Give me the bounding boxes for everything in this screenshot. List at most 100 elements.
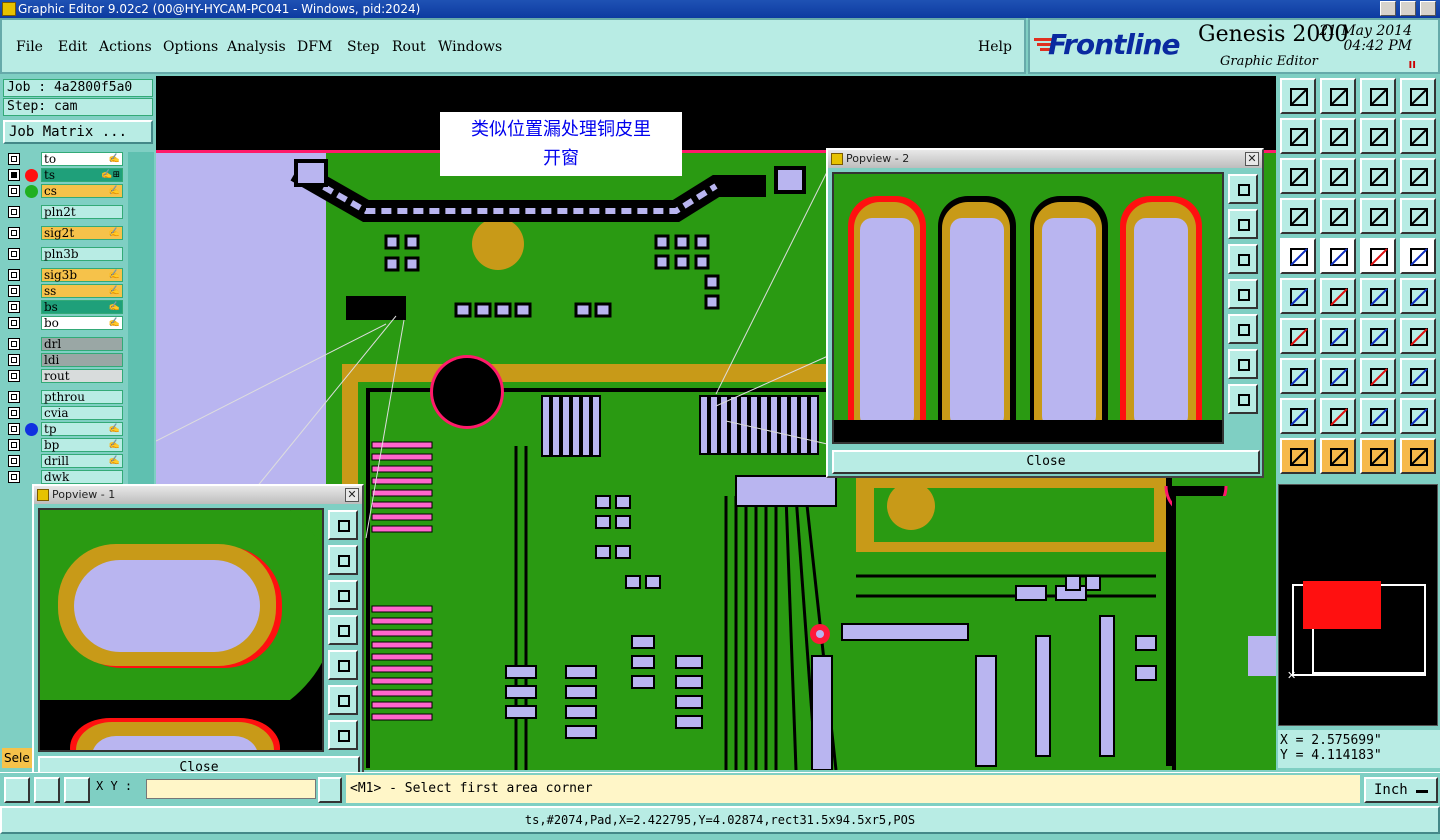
- menu-options[interactable]: Options: [163, 39, 218, 55]
- angle-icon[interactable]: [1280, 318, 1316, 354]
- layer-name[interactable]: ss ✍: [41, 284, 123, 298]
- pv2-zoom-out-icon[interactable]: [1228, 384, 1258, 414]
- layer-row-to[interactable]: to ✍: [3, 152, 125, 167]
- grid-icon[interactable]: [64, 777, 90, 803]
- layer-checkbox[interactable]: [8, 354, 20, 366]
- pad-tool-icon[interactable]: [1280, 238, 1316, 274]
- xy-input[interactable]: [146, 779, 316, 799]
- settings-icon[interactable]: [1280, 198, 1316, 234]
- pv1-zoom-in-icon[interactable]: [328, 685, 358, 715]
- triangle-a-icon[interactable]: [1280, 398, 1316, 434]
- popview-1-view[interactable]: [38, 508, 337, 778]
- pointer-box-icon[interactable]: [1320, 438, 1356, 474]
- layer-checkbox[interactable]: [8, 423, 20, 435]
- layer-checkbox[interactable]: [8, 471, 20, 483]
- layer-checkbox[interactable]: [8, 391, 20, 403]
- layer-row-pln3b[interactable]: pln3b: [3, 247, 125, 262]
- layer-name[interactable]: pthrou: [41, 390, 123, 404]
- layer-row-drill[interactable]: drill ✍: [3, 454, 125, 469]
- menu-file[interactable]: File: [16, 39, 43, 55]
- layer-name[interactable]: bs ✍: [41, 300, 123, 314]
- grid-toggle-icon[interactable]: [1320, 198, 1356, 234]
- pv1-pan-right-icon[interactable]: [328, 650, 358, 680]
- menu-help[interactable]: Help: [978, 39, 1012, 55]
- flip-icon[interactable]: [1400, 318, 1436, 354]
- layer-name[interactable]: drl: [41, 337, 123, 351]
- pv2-zoom-home-icon[interactable]: [1228, 174, 1258, 204]
- pv2-zoom-in-icon[interactable]: [1228, 349, 1258, 379]
- popview-2-window[interactable]: Popview - 2 ✕ Close: [826, 148, 1264, 478]
- redraw-icon[interactable]: [1400, 118, 1436, 154]
- layer-name[interactable]: bo ✍: [41, 316, 123, 330]
- ruler-icon[interactable]: [1360, 238, 1396, 274]
- layer-checkbox[interactable]: [8, 248, 20, 260]
- layer-row-pthrou[interactable]: pthrou: [3, 390, 125, 405]
- zoom-ratio-icon[interactable]: [1360, 158, 1396, 194]
- layer-checkbox[interactable]: [8, 338, 20, 350]
- layer-name[interactable]: pln3b: [41, 247, 123, 261]
- layer-name[interactable]: sig2t ✍: [41, 226, 123, 240]
- layer-name[interactable]: dwk: [41, 470, 123, 484]
- copy-icon[interactable]: [1400, 278, 1436, 314]
- zoom-previous-icon[interactable]: [1280, 118, 1316, 154]
- pointer-square-icon[interactable]: [1360, 438, 1396, 474]
- layer-checkbox[interactable]: [8, 153, 20, 165]
- undo-zoom-icon[interactable]: [1360, 118, 1396, 154]
- layer-checkbox[interactable]: [8, 185, 20, 197]
- measure-icon[interactable]: [34, 777, 60, 803]
- group-icon[interactable]: [1400, 358, 1436, 394]
- menu-step[interactable]: Step: [347, 39, 379, 55]
- pv2-pan-left-icon[interactable]: [1228, 279, 1258, 309]
- layer-row-tp[interactable]: tp ✍: [3, 422, 125, 437]
- move-icon[interactable]: [1360, 278, 1396, 314]
- popview-2-titlebar[interactable]: Popview - 2 ✕: [828, 150, 1262, 168]
- pv1-pan-down-icon[interactable]: [328, 580, 358, 610]
- select-pad-icon[interactable]: [1280, 358, 1316, 394]
- layer-checkbox[interactable]: [8, 301, 20, 313]
- home-icon[interactable]: [1360, 78, 1396, 114]
- layer-checkbox[interactable]: [8, 407, 20, 419]
- layers-fill-icon[interactable]: [1400, 198, 1436, 234]
- pv2-pan-up-icon[interactable]: [1228, 209, 1258, 239]
- layer-name[interactable]: pln2t: [41, 205, 123, 219]
- layer-name[interactable]: rout: [41, 369, 123, 383]
- layer-name[interactable]: ts ✍⊞: [41, 168, 123, 182]
- close-window-button[interactable]: [1420, 1, 1436, 16]
- layer-row-bs[interactable]: bs ✍: [3, 300, 125, 315]
- popview-2-close-button[interactable]: Close: [832, 450, 1260, 474]
- unit-selector[interactable]: Inch: [1364, 777, 1438, 803]
- popview-1-titlebar[interactable]: Popview - 1 ✕: [34, 486, 362, 504]
- line-draw-icon[interactable]: [1320, 318, 1356, 354]
- popview-2-close-icon[interactable]: ✕: [1245, 152, 1259, 166]
- triangle-d-icon[interactable]: [1400, 398, 1436, 434]
- layer-row-pln2t[interactable]: pln2t: [3, 205, 125, 220]
- circle-tool-icon[interactable]: [1400, 238, 1436, 274]
- open-icon[interactable]: [1280, 78, 1316, 114]
- pv1-pan-left-icon[interactable]: [328, 615, 358, 645]
- menu-dfm[interactable]: DFM: [297, 39, 332, 55]
- layer-row-bp[interactable]: bp ✍: [3, 438, 125, 453]
- pv1-zoom-home-icon[interactable]: [328, 510, 358, 540]
- pv1-pan-up-icon[interactable]: [328, 545, 358, 575]
- menu-rout[interactable]: Rout: [392, 39, 426, 55]
- rotate-icon[interactable]: [1360, 318, 1396, 354]
- layer-name[interactable]: tp ✍: [41, 422, 123, 436]
- triangle-c-icon[interactable]: [1360, 398, 1396, 434]
- alert-icon[interactable]: [318, 777, 342, 803]
- layer-checkbox[interactable]: [8, 227, 20, 239]
- layer-checkbox[interactable]: [8, 206, 20, 218]
- pointer-icon[interactable]: [1280, 438, 1316, 474]
- resize-icon[interactable]: [1360, 358, 1396, 394]
- layer-name[interactable]: cs ✍: [41, 184, 123, 198]
- pv2-pan-right-icon[interactable]: [1228, 314, 1258, 344]
- layer-checkbox[interactable]: [8, 455, 20, 467]
- overview-map[interactable]: ✕: [1278, 484, 1438, 726]
- split-icon[interactable]: [1320, 358, 1356, 394]
- layer-checkbox[interactable]: [8, 370, 20, 382]
- layer-name[interactable]: ldi: [41, 353, 123, 367]
- pv1-zoom-out-icon[interactable]: [328, 720, 358, 750]
- layer-row-dwk[interactable]: dwk: [3, 470, 125, 485]
- layer-row-sig3b[interactable]: sig3b ✍: [3, 268, 125, 283]
- layer-row-bo[interactable]: bo ✍: [3, 316, 125, 331]
- layer-row-ldi[interactable]: ldi: [3, 353, 125, 368]
